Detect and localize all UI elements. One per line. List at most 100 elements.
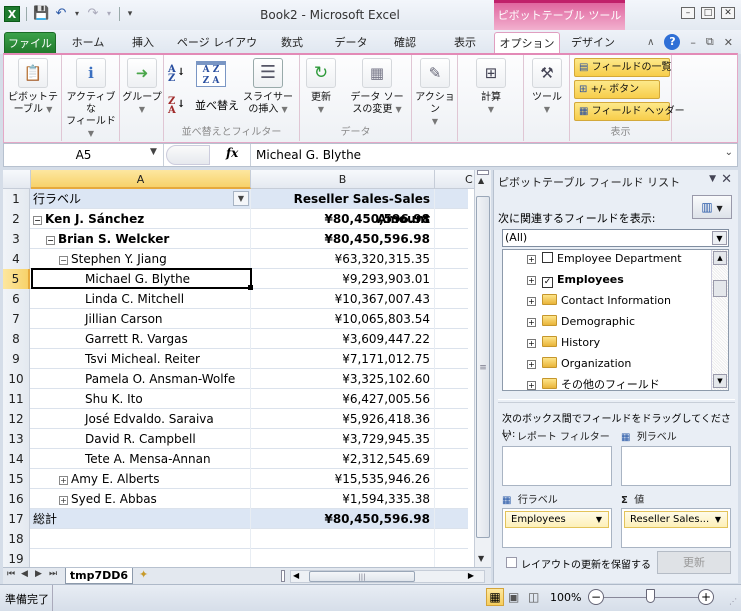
cell-a[interactable]: Pamela O. Ansman-Wolfe [31, 369, 251, 389]
redo-dropdown-icon[interactable]: ▾ [105, 6, 113, 22]
field-list-item[interactable]: + Contact Information [503, 290, 671, 311]
normal-view-icon[interactable]: ▦ [486, 588, 504, 606]
excel-logo-icon[interactable]: X [4, 6, 20, 22]
row-header[interactable]: 14 [3, 449, 30, 469]
row-header[interactable]: 3 [3, 229, 30, 249]
row-header[interactable]: 9 [3, 349, 30, 369]
cell-b[interactable]: ¥7,171,012.75 [251, 349, 435, 369]
field-tree-scrollbar[interactable]: ▲ ▼ [711, 250, 728, 390]
close-workbook-icon[interactable]: ✕ [724, 36, 733, 49]
cell-c[interactable] [435, 509, 468, 529]
tab-page-layout[interactable]: ページ レイアウト [172, 32, 262, 71]
scroll-right-arrow[interactable]: ▶ [468, 571, 474, 580]
field-list-layout-button[interactable]: ▥ ▼ [692, 195, 732, 219]
cell-b[interactable]: ¥1,594,335.38 [251, 489, 435, 509]
cell-b[interactable]: ¥80,450,596.98 [251, 229, 435, 249]
tab-home[interactable]: ホーム [62, 32, 114, 54]
zoom-level[interactable]: 100% [550, 591, 581, 604]
field-list-item[interactable]: + History [503, 332, 600, 353]
page-layout-view-icon[interactable]: ▣ [508, 590, 519, 604]
cell-c[interactable] [435, 209, 468, 229]
cell-b[interactable]: Reseller Sales-Sales Amount [251, 189, 435, 226]
cell-a[interactable]: Tsvi Micheal. Reiter [31, 349, 251, 369]
chevron-down-icon[interactable]: ▼ [715, 512, 721, 527]
cell-b[interactable]: ¥80,450,596.98 [251, 209, 435, 229]
page-break-view-icon[interactable]: ◫ [528, 590, 539, 604]
scroll-up-arrow[interactable]: ▲ [478, 176, 484, 185]
row-header[interactable]: 12 [3, 409, 30, 429]
field-list-toggle-button[interactable]: ▤ フィールドの一覧 [574, 58, 671, 77]
row-header[interactable]: 16 [3, 489, 30, 509]
select-all-corner[interactable] [3, 170, 31, 189]
expand-icon[interactable]: + [59, 476, 68, 485]
row-header[interactable]: 8 [3, 329, 30, 349]
column-header-c[interactable]: C [435, 170, 477, 189]
cell-a[interactable]: David R. Campbell [31, 429, 251, 449]
horizontal-scrollbar[interactable]: ◀ ||| ▶ [290, 570, 485, 583]
cell-a[interactable]: Jillian Carson [31, 309, 251, 329]
cell-c[interactable] [435, 449, 468, 469]
cell-c[interactable] [435, 549, 468, 569]
insert-sheet-icon[interactable]: ✦ [139, 568, 148, 581]
cell-b[interactable]: ¥10,065,803.54 [251, 309, 435, 329]
cell-b[interactable]: ¥15,535,946.26 [251, 469, 435, 489]
close-pane-icon[interactable]: ✕ [721, 172, 732, 187]
cell-a[interactable]: − Stephen Y. Jiang [31, 249, 251, 269]
worksheet-grid[interactable]: A B C 1 行ラベル ▼ Reseller Sales-Sales Amount 2… [3, 170, 491, 570]
tab-split-handle[interactable] [281, 570, 285, 582]
zoom-in-button[interactable]: + [698, 589, 714, 605]
refresh-button[interactable]: ↻ 更新 ▼ [302, 58, 340, 116]
cell-a[interactable]: + Amy E. Alberts [31, 469, 251, 489]
sheet-tab[interactable]: tmp7DD6 [65, 568, 133, 584]
update-button[interactable]: 更新 [657, 551, 731, 574]
expand-formula-bar-icon[interactable]: ⌄ [725, 147, 733, 158]
related-fields-select[interactable]: (All) ▼ [502, 229, 729, 247]
cell-a[interactable]: − Brian S. Welcker [31, 229, 251, 249]
fill-handle[interactable] [248, 285, 253, 290]
values-area[interactable]: Reseller Sales... ▼ [621, 508, 731, 548]
cell-b[interactable]: ¥80,450,596.98 [251, 509, 435, 529]
cell-c[interactable] [435, 289, 468, 309]
cell-a[interactable]: Linda C. Mitchell [31, 289, 251, 309]
prev-sheet-icon[interactable]: ◀ [21, 569, 28, 579]
row-header[interactable]: 17 [3, 509, 30, 529]
cell-a[interactable]: 総計 [31, 509, 251, 529]
collapse-icon[interactable]: − [33, 216, 42, 225]
undo-dropdown-icon[interactable]: ▾ [73, 6, 81, 22]
close-window-button[interactable]: ✕ [721, 7, 735, 19]
field-headers-toggle-button[interactable]: ▦ フィールド ヘッダー [574, 102, 685, 121]
cell-b[interactable]: ¥3,729,945.35 [251, 429, 435, 449]
row-header[interactable]: 13 [3, 429, 30, 449]
change-data-source-button[interactable]: ▦ データ ソー スの変更 ▼ [344, 58, 410, 116]
cell-c[interactable] [435, 369, 468, 389]
cell-a[interactable]: − Ken J. Sánchez [31, 209, 251, 229]
column-header-b[interactable]: B [251, 170, 435, 189]
sort-button[interactable]: 並べ替え [195, 97, 239, 113]
zoom-out-button[interactable]: − [588, 589, 604, 605]
insert-function-icon[interactable]: fx [226, 146, 238, 160]
cell-c[interactable] [435, 409, 468, 429]
tab-insert[interactable]: 挿入 [120, 32, 166, 54]
cell-c[interactable] [435, 429, 468, 449]
field-checkbox[interactable]: ✓ [542, 277, 553, 288]
minimize-window-button[interactable]: – [681, 7, 695, 19]
customize-qat-icon[interactable]: ▾ [126, 6, 134, 22]
field-list-item[interactable]: + Employee Department [503, 248, 682, 269]
redo-icon[interactable]: ↷ [85, 6, 101, 22]
resize-grip-icon[interactable]: ⋰ [729, 597, 737, 606]
expand-icon[interactable]: + [527, 381, 536, 390]
column-labels-area[interactable] [621, 446, 731, 486]
cell-b[interactable]: ¥5,926,418.36 [251, 409, 435, 429]
row-header[interactable]: 18 [3, 529, 30, 549]
cell-c[interactable] [435, 309, 468, 329]
cell-c[interactable] [435, 229, 468, 249]
field-list-item[interactable]: + その他のフィールド [503, 374, 660, 395]
row-header[interactable]: 19 [3, 549, 30, 569]
cell-b[interactable]: ¥6,427,005.56 [251, 389, 435, 409]
cell-a[interactable]: + Syed E. Abbas [31, 489, 251, 509]
column-header-a[interactable]: A [31, 170, 251, 189]
row-header[interactable]: 6 [3, 289, 30, 309]
cell-c[interactable] [435, 329, 468, 349]
collapse-icon[interactable]: − [59, 256, 68, 265]
cell-a[interactable]: Tete A. Mensa-Annan [31, 449, 251, 469]
